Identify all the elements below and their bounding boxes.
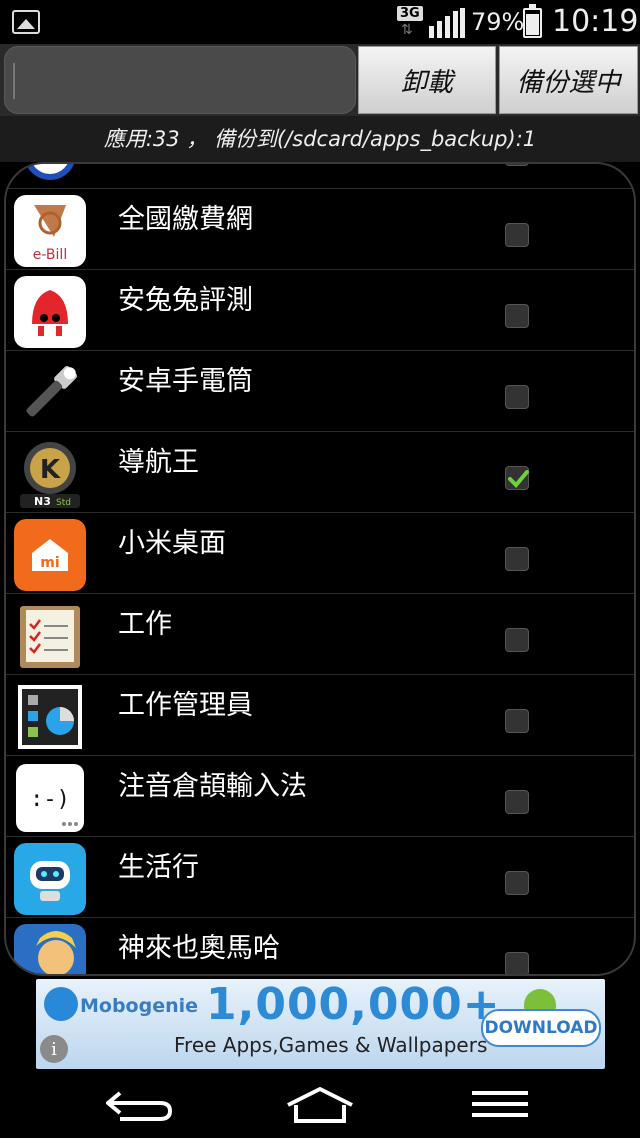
svg-text:K: K — [40, 455, 61, 485]
signal-strength-icon — [429, 8, 465, 38]
app-name: 小米桌面 — [118, 528, 226, 559]
data-transfer-icon: ⇅ — [401, 22, 413, 38]
svg-text:e-Bill: e-Bill — [33, 247, 67, 263]
app-select-checkbox[interactable] — [505, 466, 529, 490]
ad-download-button[interactable]: DOWNLOAD — [481, 1009, 601, 1047]
navking-icon: K N3 Std — [14, 438, 86, 510]
home-icon[interactable] — [280, 1081, 360, 1127]
app-select-checkbox[interactable] — [505, 223, 529, 247]
app-name: 神來也奧馬哈 — [118, 933, 280, 964]
backup-summary: 應用:33 ， 備份到(/sdcard/apps_backup):1 — [0, 116, 640, 162]
mi-home-icon: mi — [14, 519, 86, 591]
list-item[interactable]: 工作 — [6, 594, 634, 675]
list-item[interactable]: :-) 注音倉頡輸入法 — [6, 756, 634, 837]
network-type: 3G — [397, 6, 423, 21]
ad-brand: Mobogenie — [80, 995, 199, 1017]
app-select-checkbox[interactable] — [505, 709, 529, 733]
app-name: 安卓手電筒 — [118, 366, 253, 397]
android-robot-icon — [524, 989, 556, 1011]
list-item[interactable]: 神來也奧馬哈 — [6, 918, 634, 974]
ad-info-icon[interactable]: i — [40, 1035, 68, 1063]
list-item[interactable]: 安兔兔評測 — [6, 270, 634, 351]
checkmark-icon — [508, 470, 529, 488]
app-select-checkbox[interactable] — [505, 385, 529, 409]
list-item[interactable]: e-Bill 全國繳費網 — [6, 189, 634, 270]
svg-text:Std: Std — [56, 498, 71, 508]
clock: 10:19 — [552, 4, 639, 39]
app-name: 工作 — [118, 609, 172, 640]
menu-icon[interactable] — [460, 1081, 540, 1127]
flashlight-icon — [14, 357, 86, 429]
list-item[interactable]: mi 小米桌面 — [6, 513, 634, 594]
app-select-checkbox[interactable] — [505, 952, 529, 974]
uninstall-button[interactable]: 卸載 — [358, 46, 496, 114]
gallery-notification-icon — [12, 10, 40, 34]
list-item[interactable] — [6, 164, 634, 189]
toolbar: 卸載 備份選中 — [0, 44, 640, 116]
robot-icon — [14, 843, 86, 915]
list-item[interactable]: 生活行 — [6, 837, 634, 918]
navigation-bar — [0, 1069, 640, 1138]
back-icon[interactable] — [100, 1081, 180, 1127]
svg-text::-): :-) — [30, 787, 70, 812]
status-bar: 3G ⇅ 79% 10:19 — [0, 0, 640, 44]
battery-level — [526, 14, 539, 35]
svg-text:mi: mi — [40, 555, 59, 571]
app-name: 注音倉頡輸入法 — [118, 771, 307, 802]
backup-selected-button[interactable]: 備份選中 — [499, 46, 638, 114]
ad-banner[interactable]: Mobogenie 1,000,000+ Free Apps,Games & W… — [36, 979, 605, 1069]
checklist-icon — [14, 600, 86, 672]
app-name: 安兔兔評測 — [118, 285, 253, 316]
app-name: 生活行 — [118, 852, 199, 883]
antutu-icon — [14, 276, 86, 348]
keyboard-smile-icon: :-) — [14, 762, 86, 834]
app-name: 工作管理員 — [118, 690, 253, 721]
app-select-checkbox[interactable] — [505, 790, 529, 814]
app-name: 導航王 — [118, 447, 199, 478]
app-select-checkbox[interactable] — [505, 304, 529, 328]
list-item[interactable]: 安卓手電筒 — [6, 351, 634, 432]
alarm-clock-icon — [14, 164, 86, 186]
app-list[interactable]: e-Bill 全國繳費網安兔兔評測安卓手電筒 K N3 Std 導航王 mi 小米桌面工作工作… — [4, 162, 636, 976]
battery-percent: 79% — [471, 8, 525, 36]
search-input[interactable] — [4, 46, 356, 114]
app-name: 全國繳費網 — [118, 204, 253, 235]
ebill-icon: e-Bill — [14, 195, 86, 267]
list-item[interactable]: 工作管理員 — [6, 675, 634, 756]
app-select-checkbox[interactable] — [505, 547, 529, 571]
ad-subtitle: Free Apps,Games & Wallpapers — [174, 1033, 488, 1057]
game-avatar-icon — [14, 924, 86, 974]
svg-text:N3: N3 — [34, 495, 51, 508]
app-select-checkbox[interactable] — [505, 628, 529, 652]
mobogenie-logo-icon — [44, 987, 78, 1021]
app-select-checkbox[interactable] — [505, 164, 529, 166]
list-item[interactable]: K N3 Std 導航王 — [6, 432, 634, 513]
app-select-checkbox[interactable] — [505, 871, 529, 895]
task-manager-icon — [14, 681, 86, 753]
ad-headline: 1,000,000+ — [206, 979, 501, 1030]
battery-icon — [523, 4, 542, 38]
